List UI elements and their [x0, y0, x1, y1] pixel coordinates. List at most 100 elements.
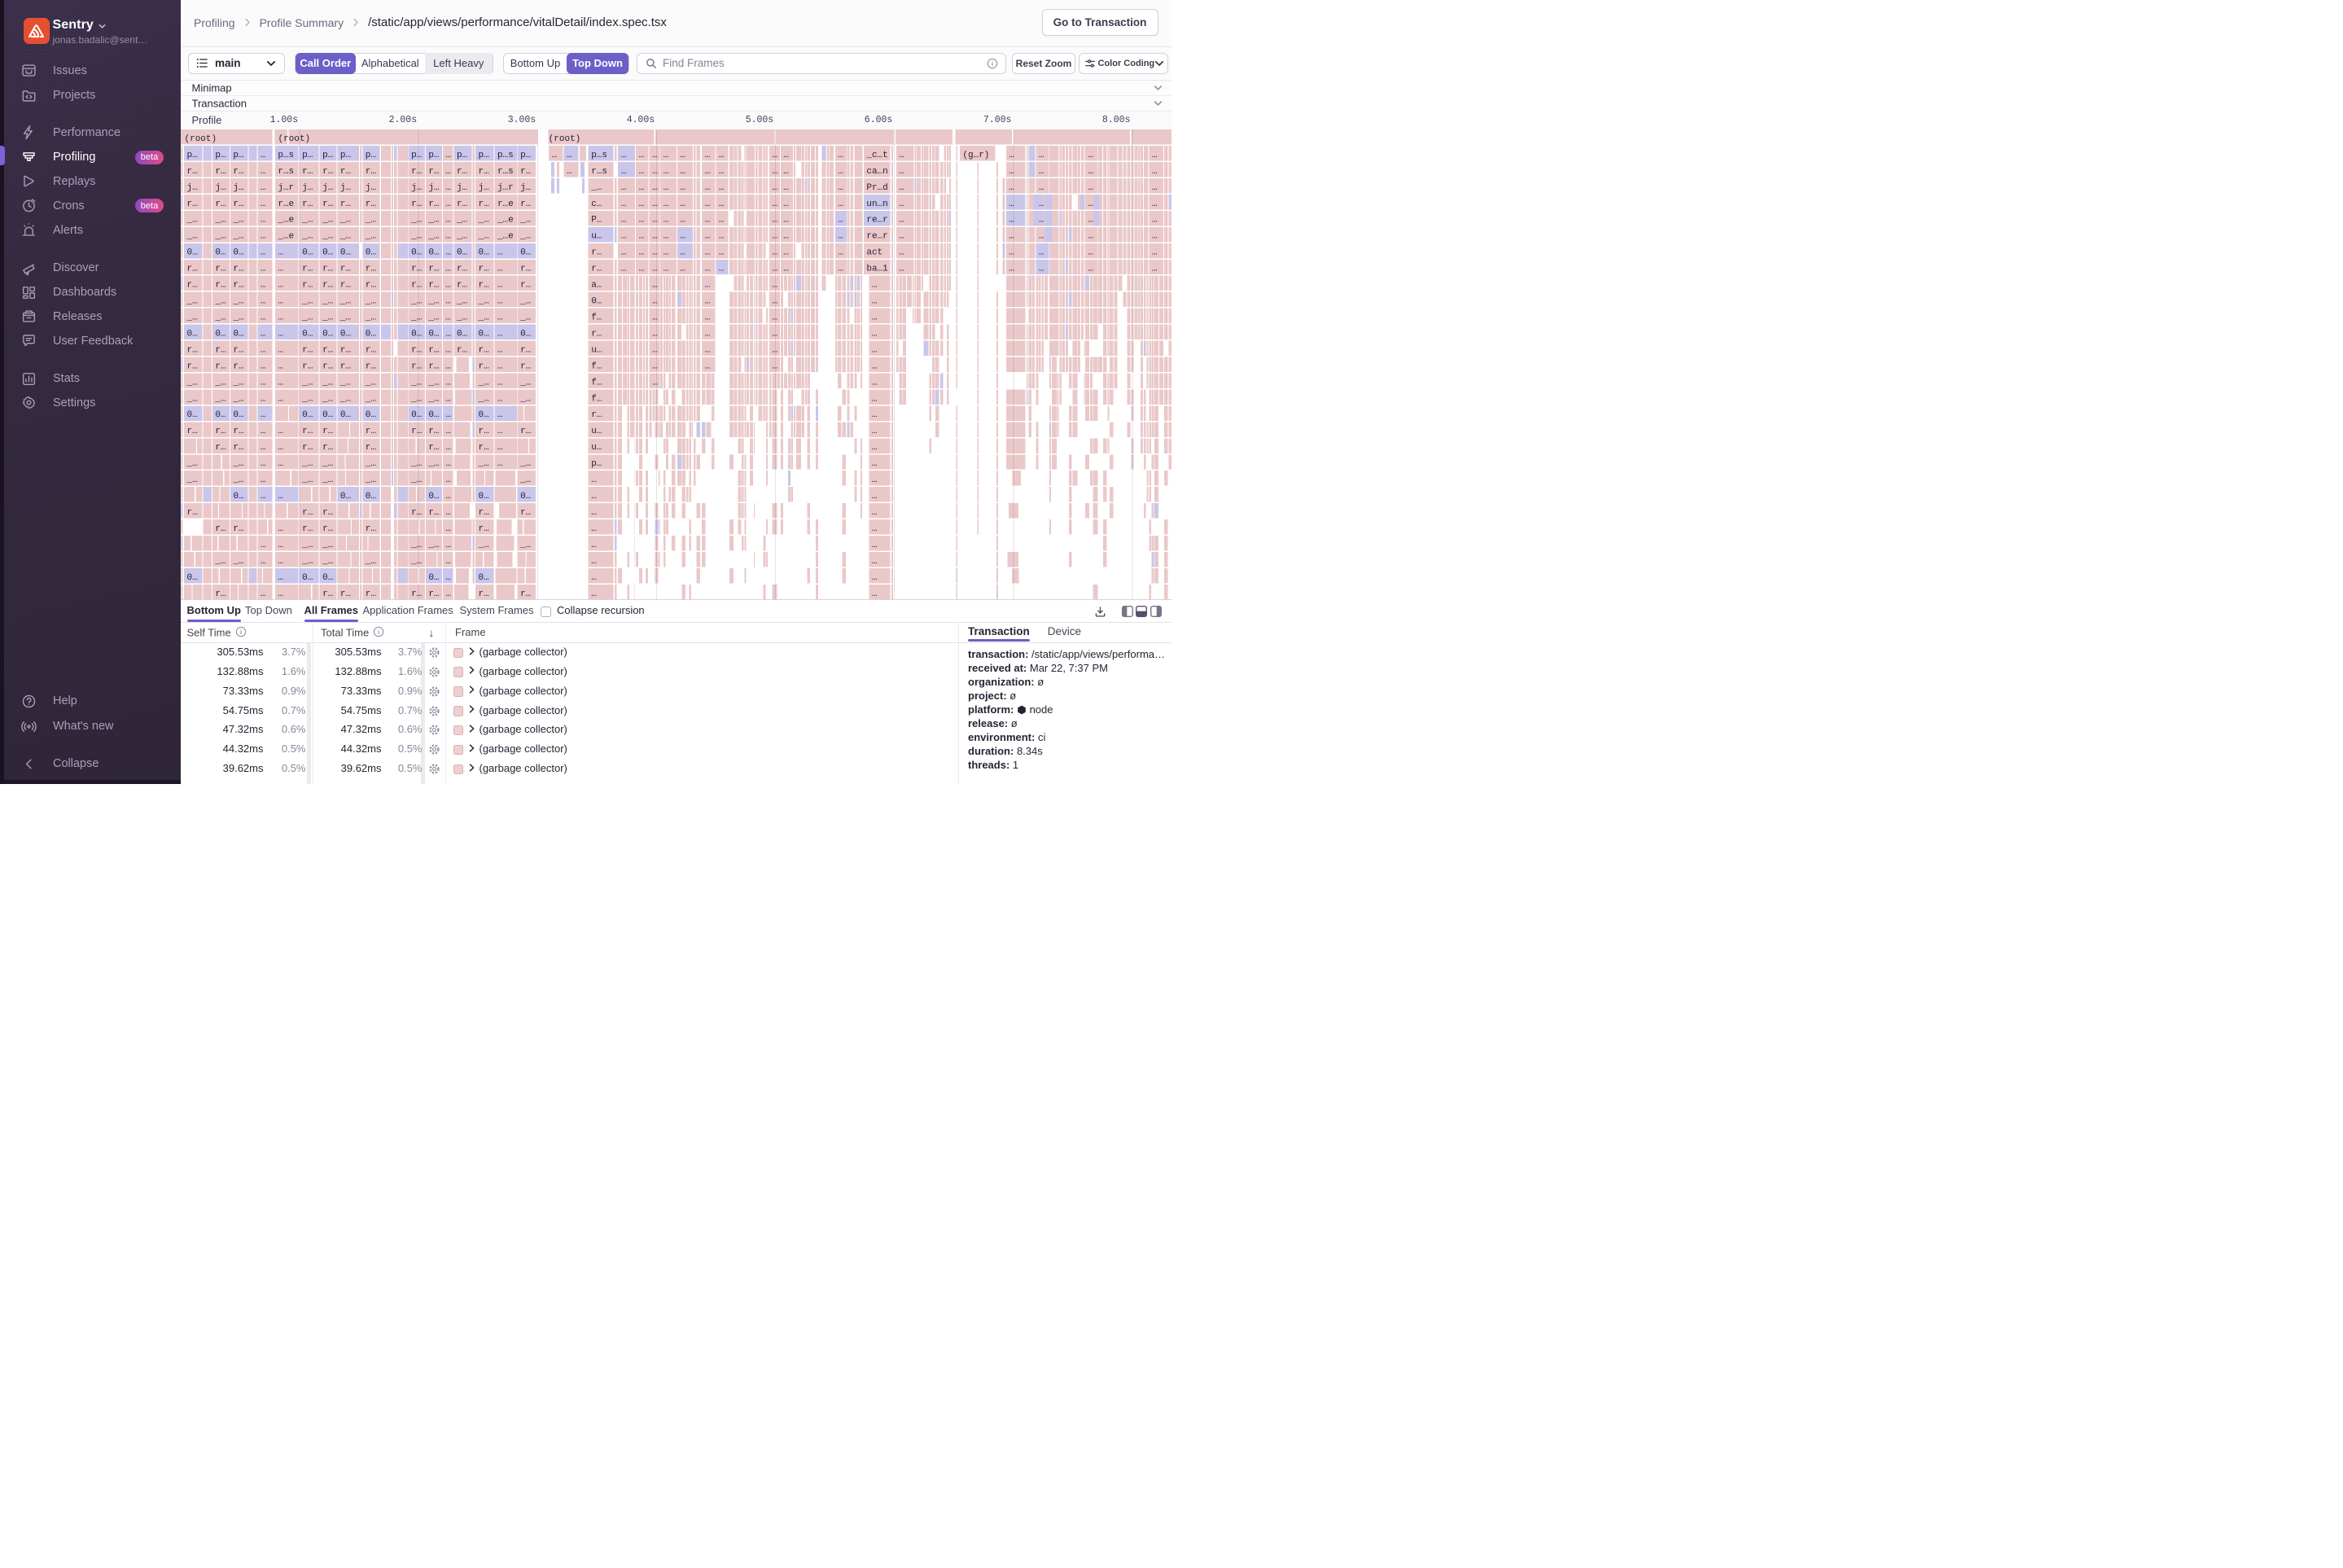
svg-text:j…: j… — [478, 182, 488, 192]
svg-text:…: … — [899, 215, 904, 225]
svg-text:…: … — [445, 166, 451, 176]
svg-text:…: … — [718, 150, 724, 160]
svg-text:_…: _… — [477, 459, 488, 469]
svg-text:0…: 0… — [215, 410, 226, 420]
svg-text:…: … — [445, 264, 451, 274]
svg-text:r…: r… — [520, 345, 531, 355]
svg-text:…: … — [871, 492, 877, 501]
svg-text:f…: f… — [591, 361, 602, 371]
svg-text:…: … — [445, 296, 451, 306]
svg-text:r…: r… — [302, 507, 313, 517]
svg-text:…: … — [663, 247, 668, 257]
svg-text:r…: r… — [591, 247, 602, 257]
svg-text:…: … — [497, 361, 502, 371]
svg-text:…: … — [1088, 264, 1093, 274]
svg-text:r…: r… — [339, 264, 350, 274]
svg-text:…: … — [567, 150, 572, 160]
svg-text:r…: r… — [591, 264, 602, 274]
svg-text:…: … — [871, 329, 877, 339]
svg-text:_…: _… — [427, 540, 439, 550]
svg-text:r…: r… — [322, 264, 333, 274]
svg-text:_…: _… — [322, 378, 333, 388]
svg-text:…: … — [838, 264, 843, 274]
svg-text:0…: 0… — [339, 492, 350, 501]
svg-text:…: … — [704, 231, 710, 241]
svg-text:0…: 0… — [302, 247, 313, 257]
svg-text:_…: _… — [322, 215, 333, 225]
svg-text:…: … — [871, 296, 877, 306]
svg-text:…: … — [871, 345, 877, 355]
svg-text:r…e: r…e — [278, 199, 294, 208]
svg-text:r…: r… — [339, 589, 350, 598]
svg-text:r…: r… — [428, 361, 439, 371]
svg-text:…: … — [260, 296, 265, 306]
svg-text:…: … — [278, 264, 283, 274]
svg-text:j…: j… — [302, 182, 313, 192]
svg-text:…: … — [497, 264, 502, 274]
svg-text:…: … — [704, 345, 710, 355]
svg-text:_…: _… — [364, 475, 375, 485]
svg-text:_…: _… — [477, 378, 488, 388]
svg-text:…: … — [620, 247, 626, 257]
svg-text:…: … — [445, 247, 451, 257]
svg-text:0…: 0… — [186, 410, 197, 420]
svg-text:…: … — [871, 443, 877, 453]
svg-text:0…: 0… — [322, 410, 333, 420]
svg-text:0…: 0… — [339, 247, 350, 257]
svg-text:r…: r… — [322, 523, 333, 533]
svg-text:_…: _… — [232, 215, 243, 225]
svg-text:…: … — [497, 459, 502, 469]
svg-text:…: … — [620, 166, 626, 176]
svg-text:…: … — [1088, 247, 1093, 257]
svg-text:r…: r… — [186, 427, 197, 436]
svg-text:…: … — [899, 182, 904, 192]
svg-text:…: … — [278, 247, 283, 257]
svg-text:_…: _… — [410, 296, 422, 306]
svg-text:…: … — [591, 507, 597, 517]
svg-text:…: … — [838, 150, 843, 160]
svg-text:…: … — [260, 182, 265, 192]
svg-text:p…: p… — [478, 150, 488, 160]
svg-text:_…: _… — [339, 378, 350, 388]
svg-text:0…: 0… — [478, 410, 488, 420]
svg-text:…: … — [260, 427, 265, 436]
svg-text:…: … — [1038, 264, 1044, 274]
svg-text:…: … — [278, 589, 283, 598]
svg-text:…: … — [278, 361, 283, 371]
svg-text:r…: r… — [215, 345, 226, 355]
svg-text:(root): (root) — [184, 134, 217, 143]
svg-text:r…: r… — [591, 329, 602, 339]
svg-text:_…: _… — [322, 394, 333, 404]
svg-text:r…: r… — [411, 166, 422, 176]
svg-text:…: … — [1088, 199, 1093, 208]
svg-text:…: … — [445, 410, 451, 420]
svg-text:r…: r… — [186, 507, 197, 517]
svg-text:0…: 0… — [478, 329, 488, 339]
svg-text:r…: r… — [215, 280, 226, 290]
svg-text:_…: _… — [455, 231, 466, 241]
svg-text:…: … — [497, 443, 502, 453]
svg-text:_…: _… — [590, 182, 602, 192]
svg-text:r…: r… — [428, 345, 439, 355]
svg-text:r…: r… — [233, 443, 243, 453]
svg-text:r…: r… — [411, 264, 422, 274]
svg-text:…: … — [278, 492, 283, 501]
svg-text:r…: r… — [478, 523, 488, 533]
svg-text:p…: p… — [215, 150, 226, 160]
svg-text:0…: 0… — [365, 329, 375, 339]
svg-text:…: … — [260, 166, 265, 176]
svg-text:j…r: j…r — [497, 182, 513, 192]
svg-text:…: … — [1088, 182, 1093, 192]
svg-text:…: … — [567, 166, 572, 176]
svg-text:…: … — [445, 313, 451, 322]
svg-text:_…: _… — [301, 556, 313, 566]
svg-text:r…: r… — [322, 345, 333, 355]
svg-text:r…: r… — [215, 427, 226, 436]
svg-text:_…: _… — [301, 475, 313, 485]
svg-text:…: … — [497, 247, 502, 257]
svg-text:u…: u… — [591, 427, 602, 436]
svg-text:…: … — [497, 313, 502, 322]
svg-text:r…: r… — [302, 280, 313, 290]
svg-text:r…: r… — [428, 427, 439, 436]
svg-text:…: … — [445, 572, 451, 582]
